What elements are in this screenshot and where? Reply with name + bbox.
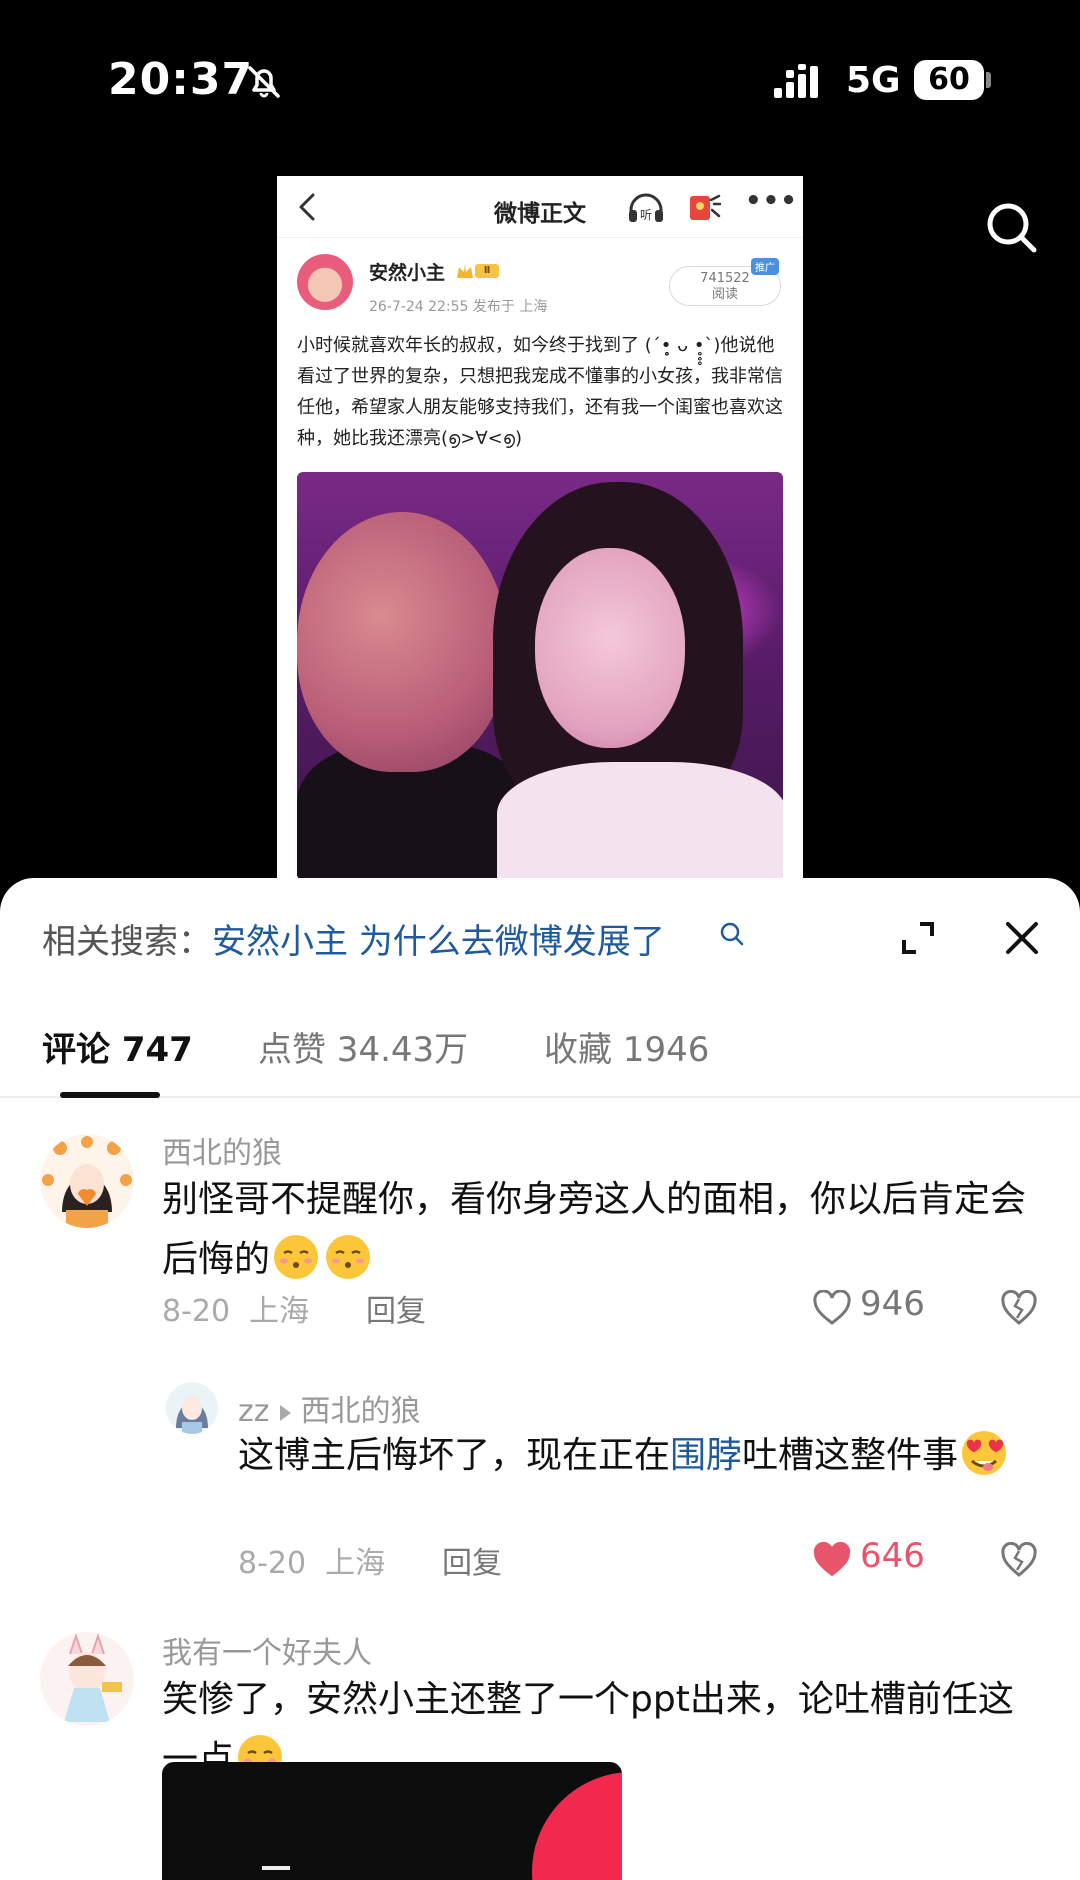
- pout-emoji-icon: [326, 1235, 371, 1279]
- signal-strength-icon: [774, 64, 818, 98]
- tab-likes[interactable]: 点赞 34.43万: [258, 1022, 468, 1071]
- avatar[interactable]: [40, 1134, 134, 1228]
- active-tab-indicator: [60, 1092, 160, 1098]
- weibo-author-avatar: [297, 254, 353, 310]
- comment-text: 这博主后悔坏了，现在正在围脖吐槽这整件事: [238, 1426, 1058, 1486]
- comment-date: 8-20: [238, 1546, 307, 1581]
- pout-emoji-icon: [274, 1235, 319, 1279]
- hashtag-link[interactable]: 围脖: [670, 1435, 742, 1476]
- close-icon[interactable]: [1004, 920, 1040, 956]
- battery-tip: [986, 72, 991, 88]
- search-icon[interactable]: [982, 198, 1042, 258]
- comment-tabs: 评论 747 点赞 34.43万 收藏 1946: [0, 1008, 1080, 1098]
- status-time: 20:37: [108, 54, 254, 105]
- comment-username[interactable]: 我有一个好夫人: [162, 1628, 372, 1672]
- weibo-header: 微博正文 听 •••: [277, 176, 803, 238]
- comment-item: 西北的狼 别怪哥不提醒你，看你身旁这人的面相，你以后肯定会后悔的 8-20 上海…: [0, 1128, 1080, 1358]
- weibo-header-title: 微博正文: [494, 201, 586, 227]
- bell-mute-icon: [248, 66, 280, 98]
- related-search[interactable]: 相关搜索：安然小主 为什么去微博发展了: [42, 914, 665, 963]
- more-options-icon: •••: [745, 186, 798, 216]
- weibo-post-screenshot[interactable]: 微博正文 听 ••• 安然小主 Ⅱ 26-7-24 22:55 发布于 上海 7…: [277, 176, 803, 880]
- comment-body-end: 吐槽这整件事: [742, 1435, 959, 1476]
- comment-date: 8-20: [162, 1294, 231, 1329]
- comment-body-start: 这博主后悔坏了，现在正在: [238, 1435, 671, 1476]
- network-type: 5G: [846, 60, 901, 101]
- read-count-label: 阅读: [711, 287, 738, 302]
- avatar[interactable]: [166, 1382, 218, 1434]
- listen-label: 听: [640, 208, 652, 222]
- comment-username[interactable]: zz: [238, 1394, 270, 1429]
- comment-meta: 8-20 上海: [238, 1538, 385, 1582]
- comments-sheet: 相关搜索：安然小主 为什么去微博发展了 评论 747 点赞 34.43万 收藏 …: [0, 878, 1080, 1880]
- like-count: 946: [860, 1284, 925, 1324]
- heart-filled-icon[interactable]: [812, 1542, 852, 1578]
- red-packet-icon: [690, 194, 721, 220]
- tab-comments[interactable]: 评论 747: [42, 1022, 193, 1071]
- status-bar: 20:37 5G 60: [0, 0, 1080, 160]
- headphones-icon: 听: [629, 193, 663, 222]
- comment-image-preview[interactable]: [162, 1762, 622, 1880]
- expand-icon[interactable]: [898, 918, 938, 958]
- comment-meta: 8-20 上海: [162, 1286, 309, 1330]
- related-search-query[interactable]: 安然小主 为什么去微博发展了: [212, 922, 665, 962]
- weibo-level-badge: Ⅱ: [475, 264, 499, 278]
- broken-heart-icon[interactable]: [1000, 1542, 1038, 1578]
- reply-item: zz 西北的狼 这博主后悔坏了，现在正在围脖吐槽这整件事 8-20 上海 回复 6…: [0, 1382, 1080, 1581]
- comment-location: 上海: [249, 1294, 310, 1329]
- crown-icon: [457, 264, 473, 278]
- avatar[interactable]: [40, 1632, 134, 1726]
- comment-location: 上海: [325, 1546, 386, 1581]
- weibo-author-name: 安然小主: [369, 262, 446, 284]
- heart-eyes-emoji-icon: [962, 1431, 1007, 1475]
- comment-username[interactable]: 西北的狼: [162, 1128, 282, 1172]
- like-count: 646: [860, 1536, 925, 1576]
- related-search-prefix: 相关搜索：: [42, 922, 212, 962]
- promo-badge: 推广: [751, 258, 779, 275]
- weibo-post-meta: 26-7-24 22:55 发布于 上海: [369, 299, 548, 315]
- reply-arrow-icon: [279, 1404, 291, 1421]
- comment-text: 别怪哥不提醒你，看你身旁这人的面相，你以后肯定会后悔的: [162, 1170, 1042, 1290]
- broken-heart-icon[interactable]: [1000, 1290, 1038, 1326]
- heart-icon[interactable]: [812, 1290, 852, 1326]
- reply-to-username[interactable]: 西北的狼: [301, 1394, 421, 1429]
- battery-indicator: 60: [914, 60, 984, 100]
- search-icon[interactable]: [718, 920, 748, 950]
- tab-favorites[interactable]: 收藏 1946: [544, 1022, 709, 1071]
- weibo-post-photo: [297, 472, 783, 880]
- reply-button[interactable]: 回复: [442, 1538, 502, 1582]
- reply-header: zz 西北的狼: [238, 1386, 421, 1430]
- reply-button[interactable]: 回复: [366, 1286, 426, 1330]
- weibo-post-text: 小时候就喜欢年长的叔叔，如今终于找到了 (´•̥̥̥ ᴗ •̥̥̥`)他说他看过…: [297, 335, 783, 449]
